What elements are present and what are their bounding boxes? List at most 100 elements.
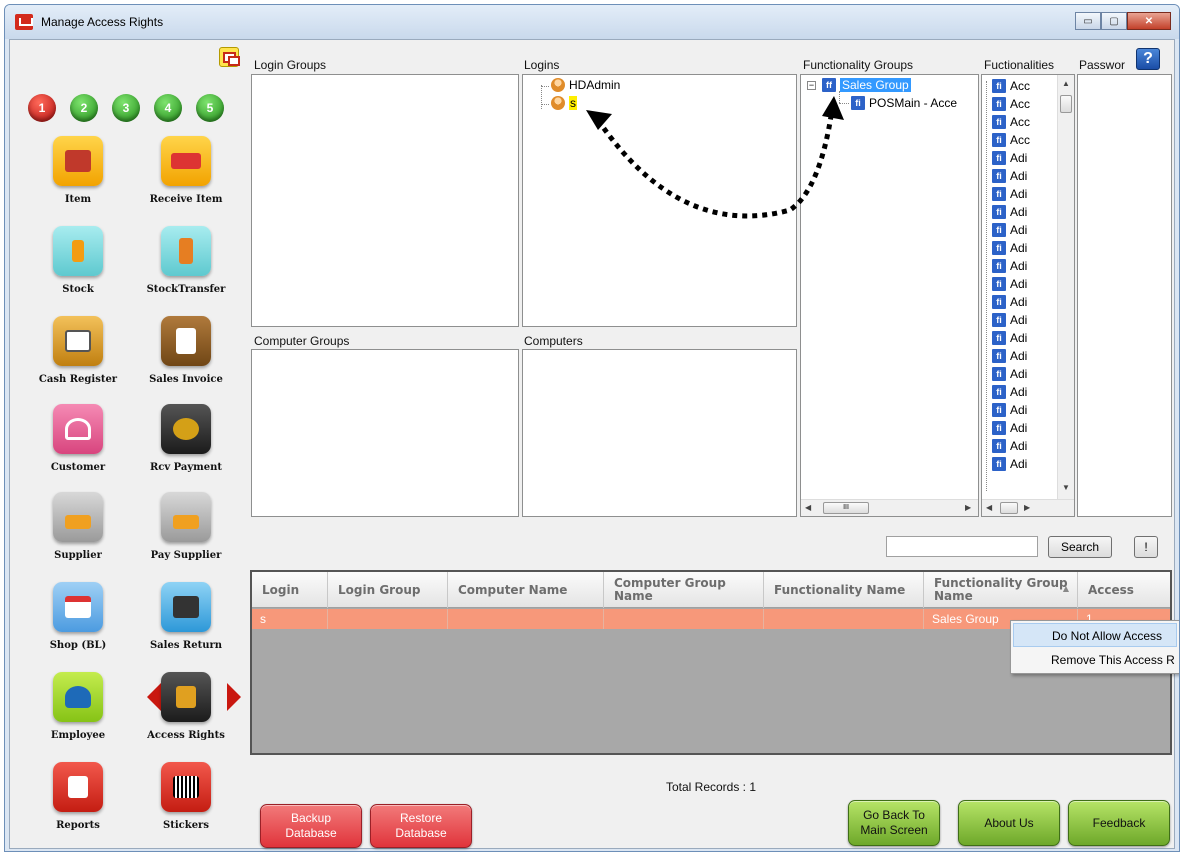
functionality-item[interactable]: fi Adi <box>992 205 1027 219</box>
step-5-button[interactable]: 5 <box>196 94 224 122</box>
column-computer-name[interactable]: Computer Name <box>448 572 604 608</box>
clear-search-button[interactable]: ! <box>1134 536 1158 558</box>
functionality-item[interactable]: fi Adi <box>992 421 1027 435</box>
functionality-item[interactable]: fi Adi <box>992 349 1027 363</box>
functionalities-vscrollbar[interactable]: ▲ ▼ <box>1057 75 1074 499</box>
functionality-item[interactable]: fi Adi <box>992 385 1027 399</box>
nav-stickers-tile[interactable]: Stickers <box>128 762 238 848</box>
computers-list[interactable] <box>522 349 797 517</box>
column-computer-group-name[interactable]: Computer Group Name <box>604 572 764 608</box>
nav-sales-invoice-tile[interactable]: Sales Invoice <box>128 316 238 402</box>
functionality-item[interactable]: fi Adi <box>992 277 1027 291</box>
functionality-item-label: Adi <box>1010 403 1028 417</box>
column-functionality-name[interactable]: Functionality Name <box>764 572 924 608</box>
step-4-button[interactable]: 4 <box>154 94 182 122</box>
step-1-button[interactable]: 1 <box>28 94 56 122</box>
tree-line <box>541 86 549 87</box>
collapse-icon[interactable]: − <box>807 80 816 90</box>
nav-shop-tile[interactable]: Shop (BL) <box>20 582 130 668</box>
login-groups-list[interactable] <box>251 74 519 327</box>
about-us-button[interactable]: About Us <box>958 800 1060 846</box>
backup-database-button[interactable]: Backup Database <box>260 804 362 848</box>
column-functionality-group-name-label: Functionality Group Name <box>934 576 1068 603</box>
functionalities-tree[interactable]: fi Acc fi Acc fi Acc fi Acc fi Adi fi Adi fi Adi fi Adi… <box>981 74 1075 517</box>
nav-reports-tile[interactable]: Reports <box>20 762 130 848</box>
step-indicators: 1 2 3 4 5 <box>28 94 224 122</box>
step-3-button[interactable]: 3 <box>112 94 140 122</box>
help-button[interactable]: ? <box>1136 48 1160 70</box>
functionality-item[interactable]: fi Acc <box>992 97 1030 111</box>
column-login[interactable]: Login <box>252 572 328 608</box>
switch-view-icon[interactable] <box>219 47 240 67</box>
nav-stock-transfer-tile[interactable]: StockTransfer <box>128 226 238 312</box>
scroll-right-icon[interactable]: ▶ <box>965 503 971 512</box>
nav-stock-tile[interactable]: Stock <box>20 226 130 312</box>
scroll-thumb[interactable] <box>1060 95 1072 113</box>
functionality-item[interactable]: fi Adi <box>992 187 1027 201</box>
functionality-icon: fi <box>992 187 1006 201</box>
functionality-item[interactable]: fi Adi <box>992 241 1027 255</box>
go-back-main-screen-button[interactable]: Go Back To Main Screen <box>848 800 940 846</box>
nav-item-tile[interactable]: Item <box>20 136 130 222</box>
column-access[interactable]: Access <box>1078 572 1170 608</box>
title-bar[interactable]: Manage Access Rights ▭ ▢ ✕ <box>5 5 1179 39</box>
nav-rcv-payment-tile[interactable]: Rcv Payment <box>128 404 238 490</box>
functionality-item[interactable]: fi Acc <box>992 133 1030 147</box>
maximize-button[interactable]: ▢ <box>1101 12 1127 30</box>
close-button[interactable]: ✕ <box>1127 12 1171 30</box>
functionality-item[interactable]: fi Adi <box>992 259 1027 273</box>
search-button[interactable]: Search <box>1048 536 1112 558</box>
functionality-item[interactable]: fi Adi <box>992 313 1027 327</box>
functionality-item[interactable]: fi Adi <box>992 331 1027 345</box>
nav-pay-supplier-tile[interactable]: Pay Supplier <box>128 492 238 578</box>
factory-icon <box>53 492 103 542</box>
functionality-item[interactable]: fi Adi <box>992 439 1027 453</box>
password-panel[interactable] <box>1077 74 1172 517</box>
feedback-button[interactable]: Feedback <box>1068 800 1170 846</box>
functionality-icon: fi <box>992 403 1006 417</box>
functionality-item[interactable]: fi Adi <box>992 457 1027 471</box>
scroll-right-icon[interactable]: ▶ <box>1024 503 1030 512</box>
nav-customer-tile[interactable]: Customer <box>20 404 130 490</box>
scroll-left-icon[interactable]: ◀ <box>986 503 992 512</box>
scroll-left-icon[interactable]: ◀ <box>805 503 811 512</box>
search-input[interactable] <box>886 536 1038 557</box>
nav-employee-tile[interactable]: Employee <box>20 672 130 758</box>
functionality-item[interactable]: fi Adi <box>992 151 1027 165</box>
functionality-icon: fi <box>992 151 1006 165</box>
sort-ascending-icon: ▲ <box>1062 584 1069 593</box>
tree-line <box>541 85 542 109</box>
nav-cash-register-tile[interactable]: Cash Register <box>20 316 130 402</box>
column-functionality-group-name[interactable]: Functionality Group Name ▲ <box>924 572 1078 608</box>
functionality-item-label: Adi <box>1010 151 1028 165</box>
column-login-group[interactable]: Login Group <box>328 572 448 608</box>
functionality-item[interactable]: fi Acc <box>992 115 1030 129</box>
restore-database-button[interactable]: Restore Database <box>370 804 472 848</box>
functionality-groups-hscrollbar[interactable]: ◀ III ▶ <box>801 499 978 516</box>
nav-receive-item-tile[interactable]: Receive Item <box>128 136 238 222</box>
functionality-item[interactable]: fi Adi <box>992 367 1027 381</box>
functionality-child-node[interactable]: fi POSMain - Acce <box>851 96 957 110</box>
go-back-label: Go Back To Main Screen <box>860 808 928 837</box>
nav-access-rights-tile[interactable]: Access Rights <box>128 672 238 758</box>
functionality-item[interactable]: fi Adi <box>992 295 1027 309</box>
functionality-item[interactable]: fi Adi <box>992 169 1027 183</box>
functionality-item[interactable]: fi Acc <box>992 79 1030 93</box>
scroll-thumb[interactable] <box>1000 502 1018 514</box>
scroll-thumb[interactable]: III <box>823 502 869 514</box>
minimize-button[interactable]: ▭ <box>1075 12 1101 30</box>
nav-access-rights-label: Access Rights <box>147 730 225 741</box>
nav-supplier-tile[interactable]: Supplier <box>20 492 130 578</box>
cell-functionality-name <box>764 609 924 629</box>
functionality-item[interactable]: fi Adi <box>992 223 1027 237</box>
menu-item-do-not-allow-access[interactable]: Do Not Allow Access <box>1013 623 1177 647</box>
nav-sales-return-tile[interactable]: Sales Return <box>128 582 238 668</box>
scroll-down-icon[interactable]: ▼ <box>1062 483 1070 492</box>
menu-item-remove-access-rule[interactable]: Remove This Access R <box>1013 648 1177 672</box>
computer-groups-list[interactable] <box>251 349 519 517</box>
functionality-item[interactable]: fi Adi <box>992 403 1027 417</box>
functionalities-hscrollbar[interactable]: ◀ ▶ <box>982 499 1074 516</box>
step-2-button[interactable]: 2 <box>70 94 98 122</box>
drag-arrow-annotation <box>586 96 844 219</box>
scroll-up-icon[interactable]: ▲ <box>1062 79 1070 88</box>
